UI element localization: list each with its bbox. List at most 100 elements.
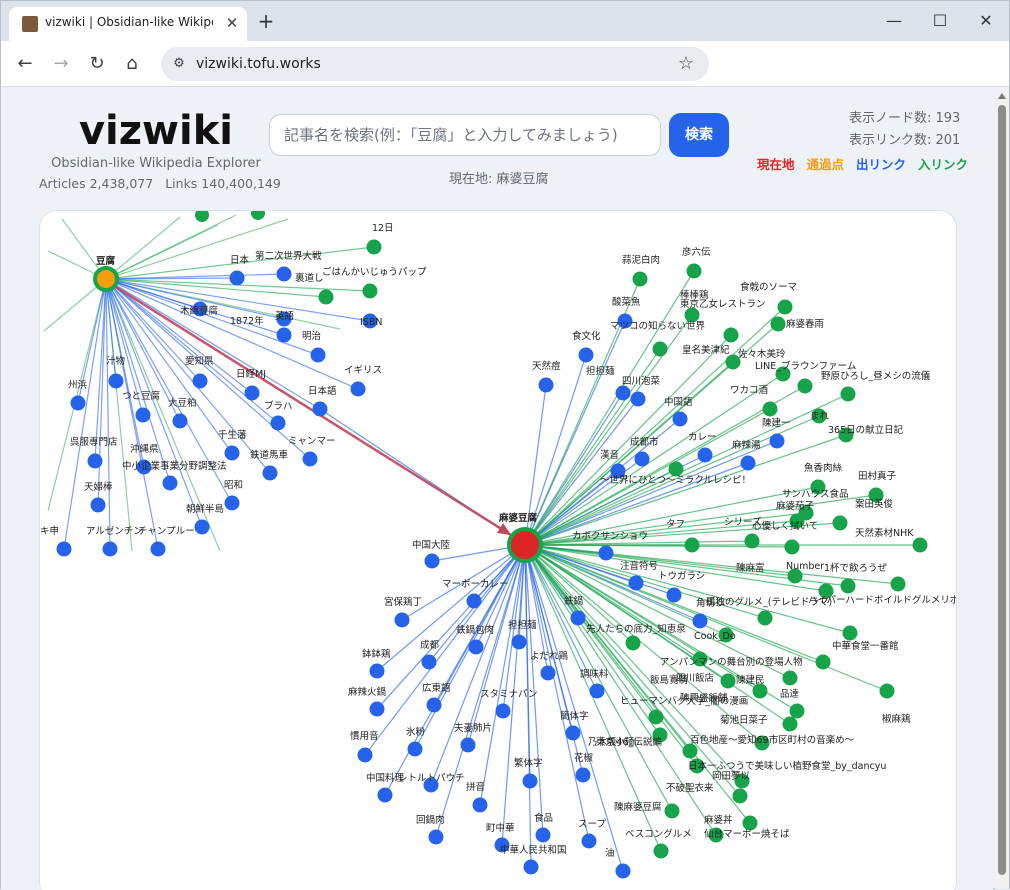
- graph-node[interactable]: [511, 634, 527, 650]
- graph-node[interactable]: [468, 639, 484, 655]
- graph-node[interactable]: [672, 411, 688, 427]
- graph-node[interactable]: [426, 697, 442, 713]
- graph-node[interactable]: [460, 737, 476, 753]
- graph-node[interactable]: [229, 270, 245, 286]
- graph-node[interactable]: [777, 299, 793, 315]
- graph-node[interactable]: [697, 447, 713, 463]
- graph-node[interactable]: [686, 263, 702, 279]
- graph-node[interactable]: [684, 537, 700, 553]
- graph-node[interactable]: [135, 407, 151, 423]
- graph-node[interactable]: [312, 401, 328, 417]
- graph-node[interactable]: [782, 670, 798, 686]
- graph-node[interactable]: [150, 541, 166, 557]
- graph-node[interactable]: [652, 341, 668, 357]
- graph-node[interactable]: [598, 545, 614, 561]
- close-tab-icon[interactable]: ✕: [222, 13, 242, 33]
- graph-node[interactable]: [535, 827, 551, 843]
- graph-node[interactable]: [815, 654, 831, 670]
- graph-node[interactable]: [522, 773, 538, 789]
- scroll-up-icon[interactable]: [998, 93, 1006, 99]
- graph-node[interactable]: [575, 767, 591, 783]
- graph-panel[interactable]: 12日 日本 第二次世界大戦 ごはんかいじゅうパップ 裏道し 木綿豆腐 1872年 英語 ISB…: [39, 210, 957, 890]
- graph-node[interactable]: [87, 453, 103, 469]
- graph-node[interactable]: [369, 701, 385, 717]
- graph-node[interactable]: [362, 283, 378, 299]
- close-window-icon[interactable]: ✕: [971, 9, 1001, 33]
- graph-node[interactable]: [757, 610, 773, 626]
- graph-node[interactable]: [632, 271, 648, 287]
- graph-node[interactable]: [578, 347, 594, 363]
- graph-node[interactable]: [565, 725, 581, 741]
- graph-node[interactable]: [890, 576, 906, 592]
- graph-node[interactable]: [428, 829, 444, 845]
- graph-node[interactable]: [224, 445, 240, 461]
- graph-node[interactable]: [302, 451, 318, 467]
- graph-node[interactable]: [192, 373, 208, 389]
- graph-node[interactable]: [244, 385, 260, 401]
- graph-node[interactable]: [523, 859, 539, 875]
- graph-node[interactable]: [581, 833, 597, 849]
- graph-node[interactable]: [172, 413, 188, 429]
- graph-node[interactable]: [723, 327, 739, 343]
- graph-node[interactable]: [251, 211, 265, 220]
- graph-node[interactable]: [782, 716, 798, 732]
- graph-node[interactable]: [102, 541, 118, 557]
- graph-node[interactable]: [912, 537, 928, 553]
- graph-node[interactable]: [276, 327, 292, 343]
- graph-node[interactable]: [162, 475, 178, 491]
- graph-node[interactable]: [720, 673, 736, 689]
- graph-node[interactable]: [394, 612, 410, 628]
- page-scrollbar[interactable]: [995, 89, 1009, 889]
- back-icon[interactable]: ←: [12, 51, 38, 77]
- bookmark-star-icon[interactable]: ☆: [675, 53, 697, 75]
- graph-node[interactable]: [262, 465, 278, 481]
- graph-node[interactable]: [842, 625, 858, 641]
- graph-node[interactable]: [762, 401, 778, 417]
- graph-node[interactable]: [195, 211, 209, 222]
- graph-node[interactable]: [628, 575, 644, 591]
- graph-node[interactable]: [194, 519, 210, 535]
- scroll-thumb[interactable]: [998, 105, 1006, 875]
- search-button[interactable]: 検索: [669, 113, 729, 157]
- graph-node[interactable]: [770, 316, 786, 332]
- graph-node[interactable]: [797, 378, 813, 394]
- graph-node[interactable]: [350, 381, 366, 397]
- graph-node[interactable]: [615, 863, 631, 879]
- graph-canvas[interactable]: 12日日本 第二次世界大戦ごはんかいじゅうパップ裏道し木綿豆腐 1872年 英語 ISB…: [40, 211, 957, 890]
- graph-node[interactable]: [840, 386, 856, 402]
- graph-node[interactable]: [664, 803, 680, 819]
- graph-node[interactable]: [625, 635, 641, 651]
- graph-node[interactable]: [634, 451, 650, 467]
- graph-node[interactable]: [769, 433, 785, 449]
- home-icon[interactable]: ⌂: [119, 51, 145, 77]
- graph-node[interactable]: [472, 797, 488, 813]
- graph-node[interactable]: [424, 553, 440, 569]
- graph-node[interactable]: [538, 377, 554, 393]
- forward-icon[interactable]: →: [48, 51, 74, 77]
- graph-node[interactable]: [270, 415, 286, 431]
- new-tab-button[interactable]: +: [255, 10, 277, 32]
- graph-node[interactable]: [70, 395, 86, 411]
- minimize-icon[interactable]: —: [879, 9, 909, 33]
- site-logo[interactable]: vizwiki: [1, 108, 311, 154]
- graph-node[interactable]: [653, 843, 669, 859]
- graph-node[interactable]: [495, 703, 511, 719]
- graph-node[interactable]: [879, 683, 895, 699]
- graph-node[interactable]: [692, 613, 708, 629]
- graph-node[interactable]: [832, 515, 848, 531]
- graph-node[interactable]: [666, 587, 682, 603]
- graph-node[interactable]: [108, 373, 124, 389]
- search-input[interactable]: [269, 114, 661, 156]
- visited-node[interactable]: [93, 266, 119, 292]
- graph-node[interactable]: [407, 741, 423, 757]
- graph-node[interactable]: [540, 665, 556, 681]
- graph-node[interactable]: [90, 497, 106, 513]
- graph-node[interactable]: [648, 709, 664, 725]
- graph-node[interactable]: [744, 533, 760, 549]
- graph-node[interactable]: [369, 663, 385, 679]
- graph-node[interactable]: [224, 495, 240, 511]
- browser-tab[interactable]: vizwiki | Obsidian-like Wikipedia Explor…: [9, 7, 247, 41]
- graph-node[interactable]: [630, 391, 646, 407]
- graph-node[interactable]: [615, 385, 631, 401]
- graph-node[interactable]: [56, 541, 72, 557]
